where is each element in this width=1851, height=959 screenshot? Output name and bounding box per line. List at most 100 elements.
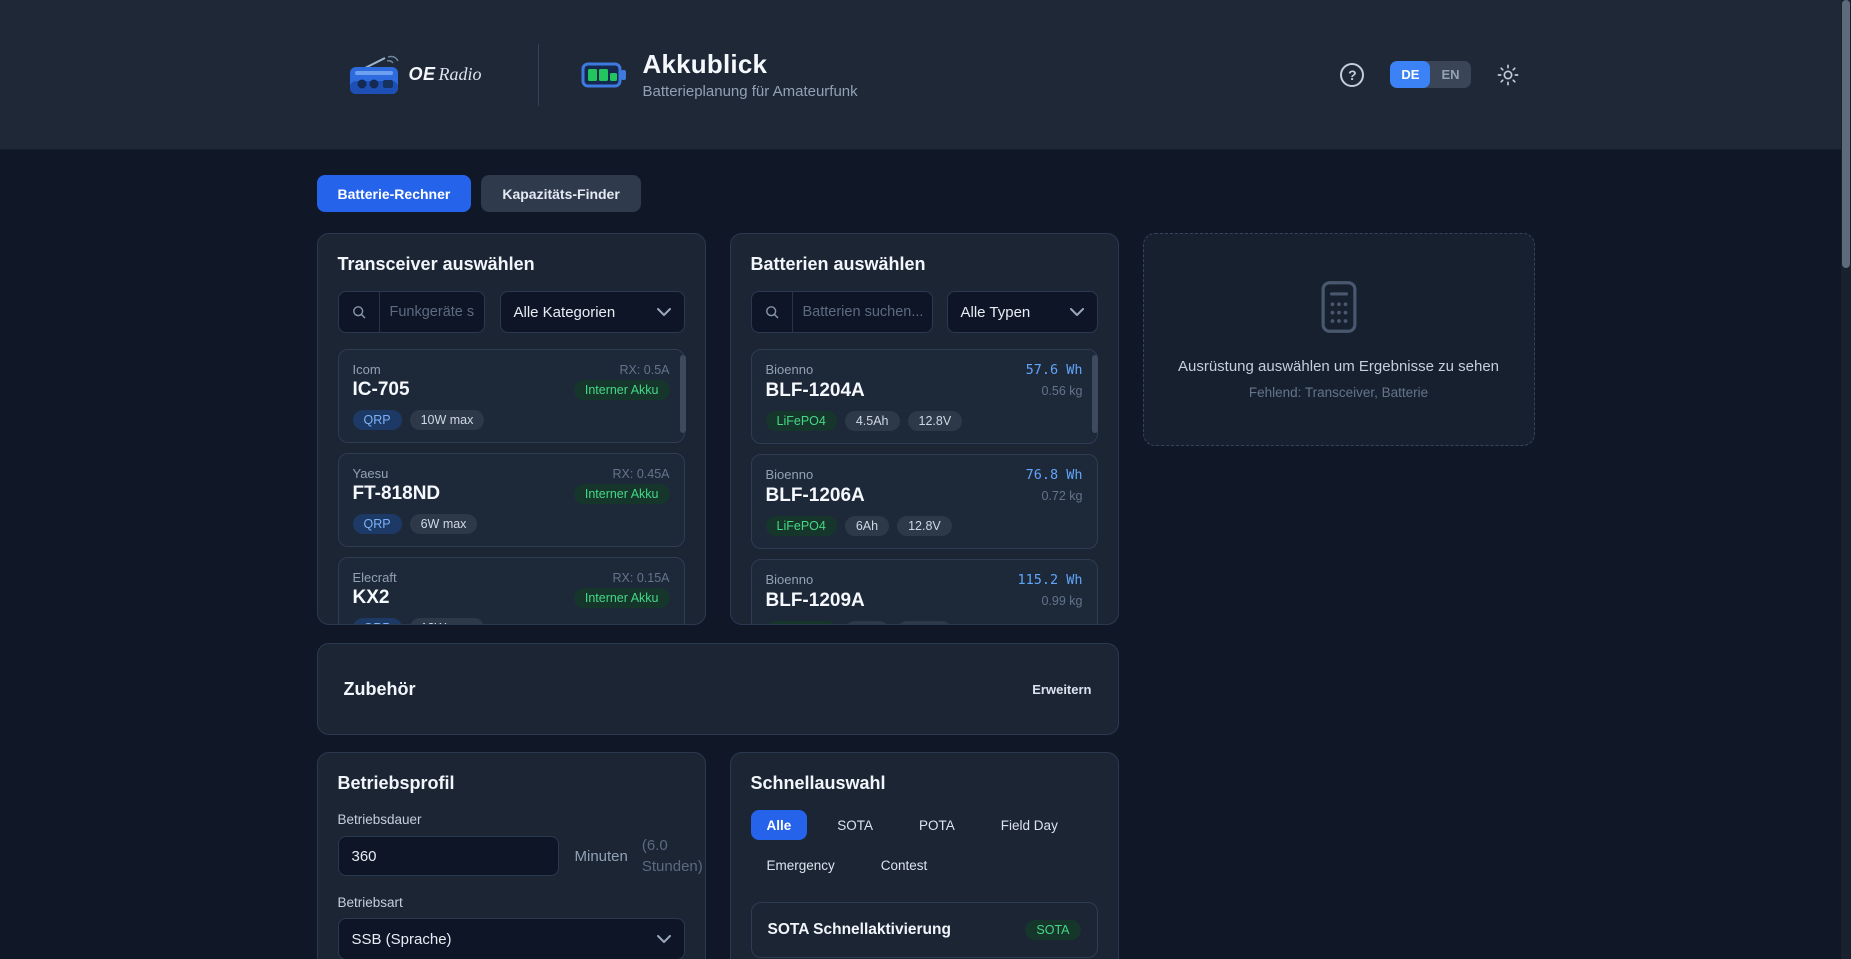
page-scrollbar-track[interactable] [1841, 0, 1851, 959]
transceiver-category-value: Alle Kategorien [514, 304, 616, 321]
chevron-down-icon [1070, 308, 1084, 316]
quick-filter-field-day[interactable]: Field Day [985, 810, 1074, 840]
chevron-down-icon [657, 308, 671, 316]
quick-filter-group: Alle SOTA POTA Field Day Emergency Conte… [751, 810, 1081, 880]
quick-item-title: SOTA Schnellaktivierung [768, 921, 951, 939]
lang-de-button[interactable]: DE [1390, 61, 1430, 88]
internal-battery-badge: Interner Akku [574, 380, 670, 400]
chemistry-badge: LiFePO4 [766, 411, 837, 431]
quick-select-panel: Schnellauswahl Alle SOTA POTA Field Day … [730, 752, 1119, 959]
search-icon [752, 292, 793, 332]
oe-radio-logo: OE Radio [347, 53, 482, 97]
battery-model: BLF-1206A [766, 485, 865, 507]
battery-type-select[interactable]: Alle Typen [947, 291, 1098, 333]
max-power-badge: 6W max [410, 514, 478, 534]
battery-search [751, 291, 933, 333]
transceiver-item-ic705[interactable]: Icom RX: 0.5A IC-705 Interner Akku QRP 1… [338, 349, 685, 443]
transceiver-model: KX2 [353, 587, 390, 609]
duration-unit: Minuten [575, 848, 628, 865]
tab-batterie-rechner[interactable]: Batterie-Rechner [317, 175, 472, 212]
search-icon [339, 292, 380, 332]
transceiver-panel-title: Transceiver auswählen [338, 254, 685, 275]
help-button[interactable]: ? [1340, 63, 1364, 87]
transceiver-brand: Elecraft [353, 570, 397, 585]
operating-profile-panel: Betriebsprofil Betriebsdauer Minuten (6.… [317, 752, 706, 959]
voltage-badge: 12.8V [897, 516, 952, 536]
page-scrollbar-thumb[interactable] [1842, 0, 1850, 268]
mode-select[interactable]: SSB (Sprache) [338, 918, 685, 959]
battery-weight: 0.99 kg [1041, 594, 1082, 608]
power-class-badge: QRP [353, 410, 402, 430]
battery-list-scrollbar[interactable] [1092, 355, 1098, 433]
quick-item-sota-activation[interactable]: SOTA Schnellaktivierung SOTA [751, 902, 1098, 958]
chemistry-badge: LiFePO4 [766, 516, 837, 536]
radio-icon [347, 53, 403, 97]
calculator-icon [1316, 279, 1362, 340]
battery-type-value: Alle Typen [961, 304, 1031, 321]
transceiver-model: IC-705 [353, 379, 410, 401]
logo-oe-text: OE [409, 64, 436, 85]
transceiver-brand: Yaesu [353, 466, 389, 481]
quick-filter-pota[interactable]: POTA [903, 810, 971, 840]
battery-item-blf1206a[interactable]: Bioenno 76.8 Wh BLF-1206A 0.72 kg LiFePO… [751, 454, 1098, 549]
battery-energy: 115.2 Wh [1017, 572, 1082, 588]
mode-select-value: SSB (Sprache) [352, 931, 452, 948]
quick-select-title: Schnellauswahl [751, 773, 1098, 794]
battery-icon [581, 59, 627, 91]
quick-filter-emergency[interactable]: Emergency [751, 850, 851, 880]
capacity-badge: 6Ah [845, 516, 889, 536]
battery-model: BLF-1209A [766, 590, 865, 612]
battery-item-blf1204a[interactable]: Bioenno 57.6 Wh BLF-1204A 0.56 kg LiFePO… [751, 349, 1098, 444]
max-power-badge: 12W max [410, 618, 485, 625]
power-class-badge: QRP [353, 618, 402, 625]
app-header: OE Radio Akkublick Batterieplanung für A… [0, 0, 1851, 150]
duration-input[interactable] [338, 836, 559, 876]
transceiver-search-input[interactable] [380, 304, 484, 320]
battery-energy: 76.8 Wh [1026, 467, 1083, 483]
battery-model: BLF-1204A [766, 380, 865, 402]
theme-toggle-sun-icon[interactable] [1497, 64, 1519, 86]
battery-brand: Bioenno [766, 362, 814, 377]
transceiver-search [338, 291, 485, 333]
view-tabs: Batterie-Rechner Kapazitäts-Finder [317, 175, 1535, 212]
battery-energy: 57.6 Wh [1026, 362, 1083, 378]
quick-filter-sota[interactable]: SOTA [821, 810, 889, 840]
capacity-badge: 9Ah [845, 621, 889, 625]
max-power-badge: 10W max [410, 410, 485, 430]
language-toggle: DE EN [1390, 61, 1470, 88]
battery-search-input[interactable] [793, 304, 932, 320]
quick-filter-contest[interactable]: Contest [865, 850, 944, 880]
transceiver-list-scrollbar[interactable] [680, 355, 686, 433]
battery-weight: 0.72 kg [1041, 489, 1082, 503]
transceiver-item-ft818nd[interactable]: Yaesu RX: 0.45A FT-818ND Interner Akku Q… [338, 453, 685, 547]
results-missing-hint: Fehlend: Transceiver, Batterie [1249, 385, 1428, 400]
voltage-badge: 12.8V [908, 411, 963, 431]
internal-battery-badge: Interner Akku [574, 588, 670, 608]
transceiver-list: Icom RX: 0.5A IC-705 Interner Akku QRP 1… [338, 349, 685, 625]
results-placeholder-panel: Ausrüstung auswählen um Ergebnisse zu se… [1143, 233, 1535, 446]
transceiver-category-select[interactable]: Alle Kategorien [500, 291, 685, 333]
quick-filter-alle[interactable]: Alle [751, 810, 808, 840]
battery-panel: Batterien auswählen Alle Typen Bioenno [730, 233, 1119, 625]
transceiver-item-kx2[interactable]: Elecraft RX: 0.15A KX2 Interner Akku QRP… [338, 557, 685, 625]
tab-kapazitaets-finder[interactable]: Kapazitäts-Finder [481, 175, 640, 212]
transceiver-model: FT-818ND [353, 483, 441, 505]
chevron-down-icon [657, 935, 671, 943]
battery-brand: Bioenno [766, 467, 814, 482]
header-divider [538, 44, 539, 106]
transceiver-panel: Transceiver auswählen Alle Kategorien Ic… [317, 233, 706, 625]
battery-item-blf1209a[interactable]: Bioenno 115.2 Wh BLF-1209A 0.99 kg LiFeP… [751, 559, 1098, 625]
results-empty-message: Ausrüstung auswählen um Ergebnisse zu se… [1178, 358, 1499, 375]
mode-label: Betriebsart [338, 895, 685, 910]
page-title: Akkublick [643, 49, 858, 80]
accessories-title: Zubehör [344, 679, 416, 700]
lang-en-button[interactable]: EN [1430, 61, 1470, 88]
battery-panel-title: Batterien auswählen [751, 254, 1098, 275]
battery-weight: 0.56 kg [1041, 384, 1082, 398]
logo-radio-text: Radio [439, 64, 482, 85]
accessories-expand-button[interactable]: Erweitern [1032, 682, 1091, 697]
capacity-badge: 4.5Ah [845, 411, 900, 431]
sota-badge: SOTA [1025, 920, 1080, 940]
internal-battery-badge: Interner Akku [574, 484, 670, 504]
transceiver-rx-current: RX: 0.5A [619, 363, 669, 377]
